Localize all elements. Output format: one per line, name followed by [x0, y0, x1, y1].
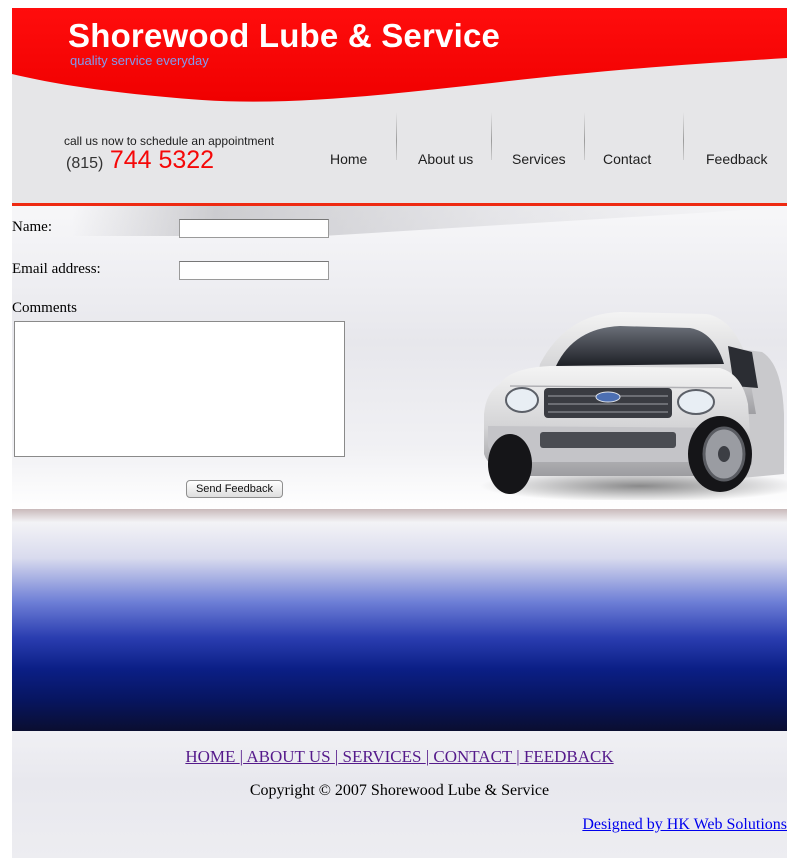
email-label: Email address:	[12, 261, 101, 277]
nav-divider	[683, 112, 684, 160]
phone-digits: 744 5322	[109, 146, 215, 174]
footer-link-about[interactable]: ABOUT US	[243, 747, 335, 766]
nav-divider	[584, 112, 585, 160]
nav-divider	[491, 112, 492, 160]
phone-area-code: (815)	[66, 155, 104, 172]
phone-number: (815) 744 5322	[66, 146, 214, 175]
send-feedback-button[interactable]: Send Feedback	[186, 480, 283, 498]
footer-link-home[interactable]: HOME	[185, 747, 239, 766]
footer-nav: HOME | ABOUT US | SERVICES | CONTACT | F…	[12, 747, 787, 767]
comments-textarea[interactable]	[14, 321, 345, 457]
truck-image	[480, 312, 787, 500]
nav-contact[interactable]: Contact	[603, 151, 651, 167]
footer-link-contact[interactable]: CONTACT	[429, 747, 516, 766]
page: Shorewood Lube & Service quality service…	[12, 8, 787, 858]
nav-divider	[396, 112, 397, 160]
footer-link-services[interactable]: SERVICES	[338, 747, 425, 766]
comments-label: Comments	[12, 300, 78, 316]
nav-home[interactable]: Home	[330, 151, 367, 167]
site-title: Shorewood Lube & Service	[68, 17, 501, 54]
name-input[interactable]	[179, 219, 329, 238]
nav-feedback[interactable]: Feedback	[706, 151, 767, 167]
footer-link-feedback[interactable]: FEEDBACK	[520, 747, 614, 766]
site-header: Shorewood Lube & Service quality service…	[12, 8, 787, 203]
email-input[interactable]	[179, 261, 329, 280]
nav-about[interactable]: About us	[418, 151, 473, 167]
site-tagline: quality service everyday	[70, 53, 209, 68]
copyright-text: Copyright © 2007 Shorewood Lube & Servic…	[249, 782, 550, 799]
decorative-gradient-band	[12, 509, 787, 731]
nav-services[interactable]: Services	[512, 151, 566, 167]
designer-credit-link[interactable]: Designed by HK Web Solutions	[582, 816, 787, 834]
feedback-section: Name: Email address: Comments Send Feedb…	[12, 206, 787, 510]
name-label: Name:	[12, 219, 52, 235]
site-footer: HOME | ABOUT US | SERVICES | CONTACT | F…	[12, 731, 787, 858]
